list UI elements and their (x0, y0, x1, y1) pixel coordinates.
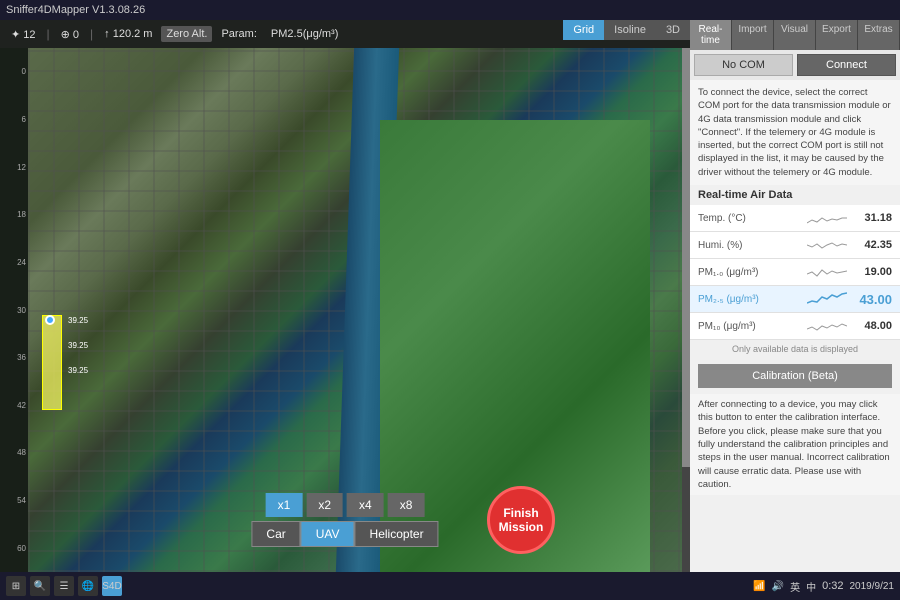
uav-position (45, 315, 55, 325)
taskbar-start[interactable]: ⊞ (6, 576, 26, 596)
param-label: Param: (216, 26, 261, 42)
ruler-mark-36: 36 (17, 334, 26, 382)
zoom-level: ✦ 12 (6, 26, 41, 43)
app-title: Sniffer4DMapper V1.3.08.26 (6, 4, 145, 16)
panel-tabs: Real-time Import Visual Export Extras (690, 20, 900, 50)
ruler-mark-0: 0 (22, 48, 26, 96)
ruler-mark-60: 60 (17, 524, 26, 572)
temp-sparkline (807, 208, 847, 228)
pm25-row: PM₂.₅ (μg/m³) 43.00 (690, 286, 900, 313)
taskbar: ⊞ 🔍 ☰ 🌐 S4D 📶 🔊 英 中 0:32 2019/9/21 (0, 572, 900, 600)
taskbar-s4d[interactable]: S4D (102, 576, 122, 596)
temp-row: Temp. (°C) 31.18 (690, 205, 900, 232)
title-bar: Sniffer4DMapper V1.3.08.26 (0, 0, 900, 20)
pm1-sparkline (807, 262, 847, 282)
taskbar-time: 0:32 (822, 580, 843, 592)
speed-buttons: x1 x2 x4 x8 (266, 493, 425, 517)
altitude-display: ↑ 120.2 m (99, 26, 157, 42)
calibration-button[interactable]: Calibration (Beta) (698, 364, 892, 388)
tab-import[interactable]: Import (732, 20, 774, 50)
ruler-mark-18: 18 (17, 191, 26, 239)
right-panel: Real-time Import Visual Export Extras No… (690, 20, 900, 572)
ruler-mark-54: 54 (17, 477, 26, 525)
tab-isoline[interactable]: Isoline (604, 20, 656, 40)
map-toolbar: ✦ 12 | ⊕ 0 | ↑ 120.2 m Zero Alt. Param: … (0, 20, 690, 48)
ruler-mark-12: 12 (17, 143, 26, 191)
map-area[interactable]: ✦ 12 | ⊕ 0 | ↑ 120.2 m Zero Alt. Param: … (0, 20, 690, 572)
tab-export[interactable]: Export (816, 20, 858, 50)
pm25-label: PM2.5(μg/m³) (266, 26, 343, 42)
humi-value: 42.35 (847, 239, 892, 251)
scrollbar-thumb[interactable] (682, 48, 690, 467)
realtime-title: Real-time Air Data (690, 185, 900, 205)
taskbar-network-icon: 📶 (753, 581, 765, 592)
taskbar-browser[interactable]: 🌐 (78, 576, 98, 596)
finish-mission-label: FinishMission (499, 506, 544, 535)
pm1-label: PM₁.₀ (μg/m³) (698, 267, 807, 278)
taskbar-search[interactable]: 🔍 (30, 576, 50, 596)
crosshair-count: ⊕ 0 (56, 26, 84, 43)
connect-description: To connect the device, select the correc… (690, 80, 900, 185)
speed-x1[interactable]: x1 (266, 493, 303, 517)
taskbar-right: 📶 🔊 英 中 0:32 2019/9/21 (753, 579, 894, 594)
taskbar-lang[interactable]: 英 (790, 579, 800, 594)
map-tabs: Grid Isoline 3D (563, 20, 690, 40)
no-com-button[interactable]: No COM (694, 54, 793, 76)
calibration-description: After connecting to a device, you may cl… (690, 394, 900, 495)
pm25-sparkline (807, 289, 847, 309)
humi-label: Humi. (%) (698, 240, 807, 251)
measure-label-mid: 39.25 (68, 341, 88, 350)
ruler-mark-6: 6 (22, 96, 26, 144)
tab-visual[interactable]: Visual (774, 20, 816, 50)
ruler-mark-48: 48 (17, 429, 26, 477)
taskbar-lang2: 中 (806, 579, 816, 594)
main-content: ✦ 12 | ⊕ 0 | ↑ 120.2 m Zero Alt. Param: … (0, 20, 900, 572)
taskbar-volume-icon: 🔊 (772, 581, 784, 592)
ruler-mark-30: 30 (17, 286, 26, 334)
pm10-row: PM₁₀ (μg/m³) 48.00 (690, 313, 900, 340)
speed-x2[interactable]: x2 (306, 493, 343, 517)
tab-grid[interactable]: Grid (563, 20, 604, 40)
humi-row: Humi. (%) 42.35 (690, 232, 900, 259)
vertical-ruler: 0 6 12 18 24 30 36 42 48 54 60 (0, 48, 28, 572)
vehicle-car[interactable]: Car (251, 521, 300, 547)
only-available-notice: Only available data is displayed (690, 340, 900, 358)
pm25-value: 43.00 (847, 292, 892, 307)
pm10-label: PM₁₀ (μg/m³) (698, 321, 807, 332)
app: Sniffer4DMapper V1.3.08.26 ✦ 12 | ⊕ 0 | … (0, 0, 900, 600)
measure-label-bot: 39.25 (68, 366, 88, 375)
ruler-mark-24: 24 (17, 239, 26, 287)
speed-x8[interactable]: x8 (388, 493, 425, 517)
connect-button[interactable]: Connect (797, 54, 896, 76)
pm1-value: 19.00 (847, 266, 892, 278)
humi-sparkline (807, 235, 847, 255)
temp-label: Temp. (°C) (698, 213, 807, 224)
taskbar-view[interactable]: ☰ (54, 576, 74, 596)
pm1-row: PM₁.₀ (μg/m³) 19.00 (690, 259, 900, 286)
measurement-box: 39.25 39.25 39.25 (42, 315, 62, 410)
speed-x4[interactable]: x4 (347, 493, 384, 517)
ruler-mark-42: 42 (17, 381, 26, 429)
measure-label-top: 39.25 (68, 316, 88, 325)
vehicle-buttons: Car UAV Helicopter (251, 521, 438, 547)
finish-mission-button[interactable]: FinishMission (487, 486, 555, 554)
map-scrollbar[interactable] (682, 48, 690, 572)
pm25-data-label: PM₂.₅ (μg/m³) (698, 294, 807, 305)
com-section: No COM Connect (690, 50, 900, 80)
tab-3d[interactable]: 3D (656, 20, 690, 40)
pm10-value: 48.00 (847, 320, 892, 332)
temp-value: 31.18 (847, 212, 892, 224)
taskbar-date: 2019/9/21 (850, 581, 895, 592)
vehicle-helicopter[interactable]: Helicopter (355, 521, 439, 547)
tab-extras[interactable]: Extras (858, 20, 900, 50)
zero-alt-btn[interactable]: Zero Alt. (161, 26, 212, 42)
vehicle-uav[interactable]: UAV (301, 521, 355, 547)
pm10-sparkline (807, 316, 847, 336)
tab-realtime[interactable]: Real-time (690, 20, 732, 50)
